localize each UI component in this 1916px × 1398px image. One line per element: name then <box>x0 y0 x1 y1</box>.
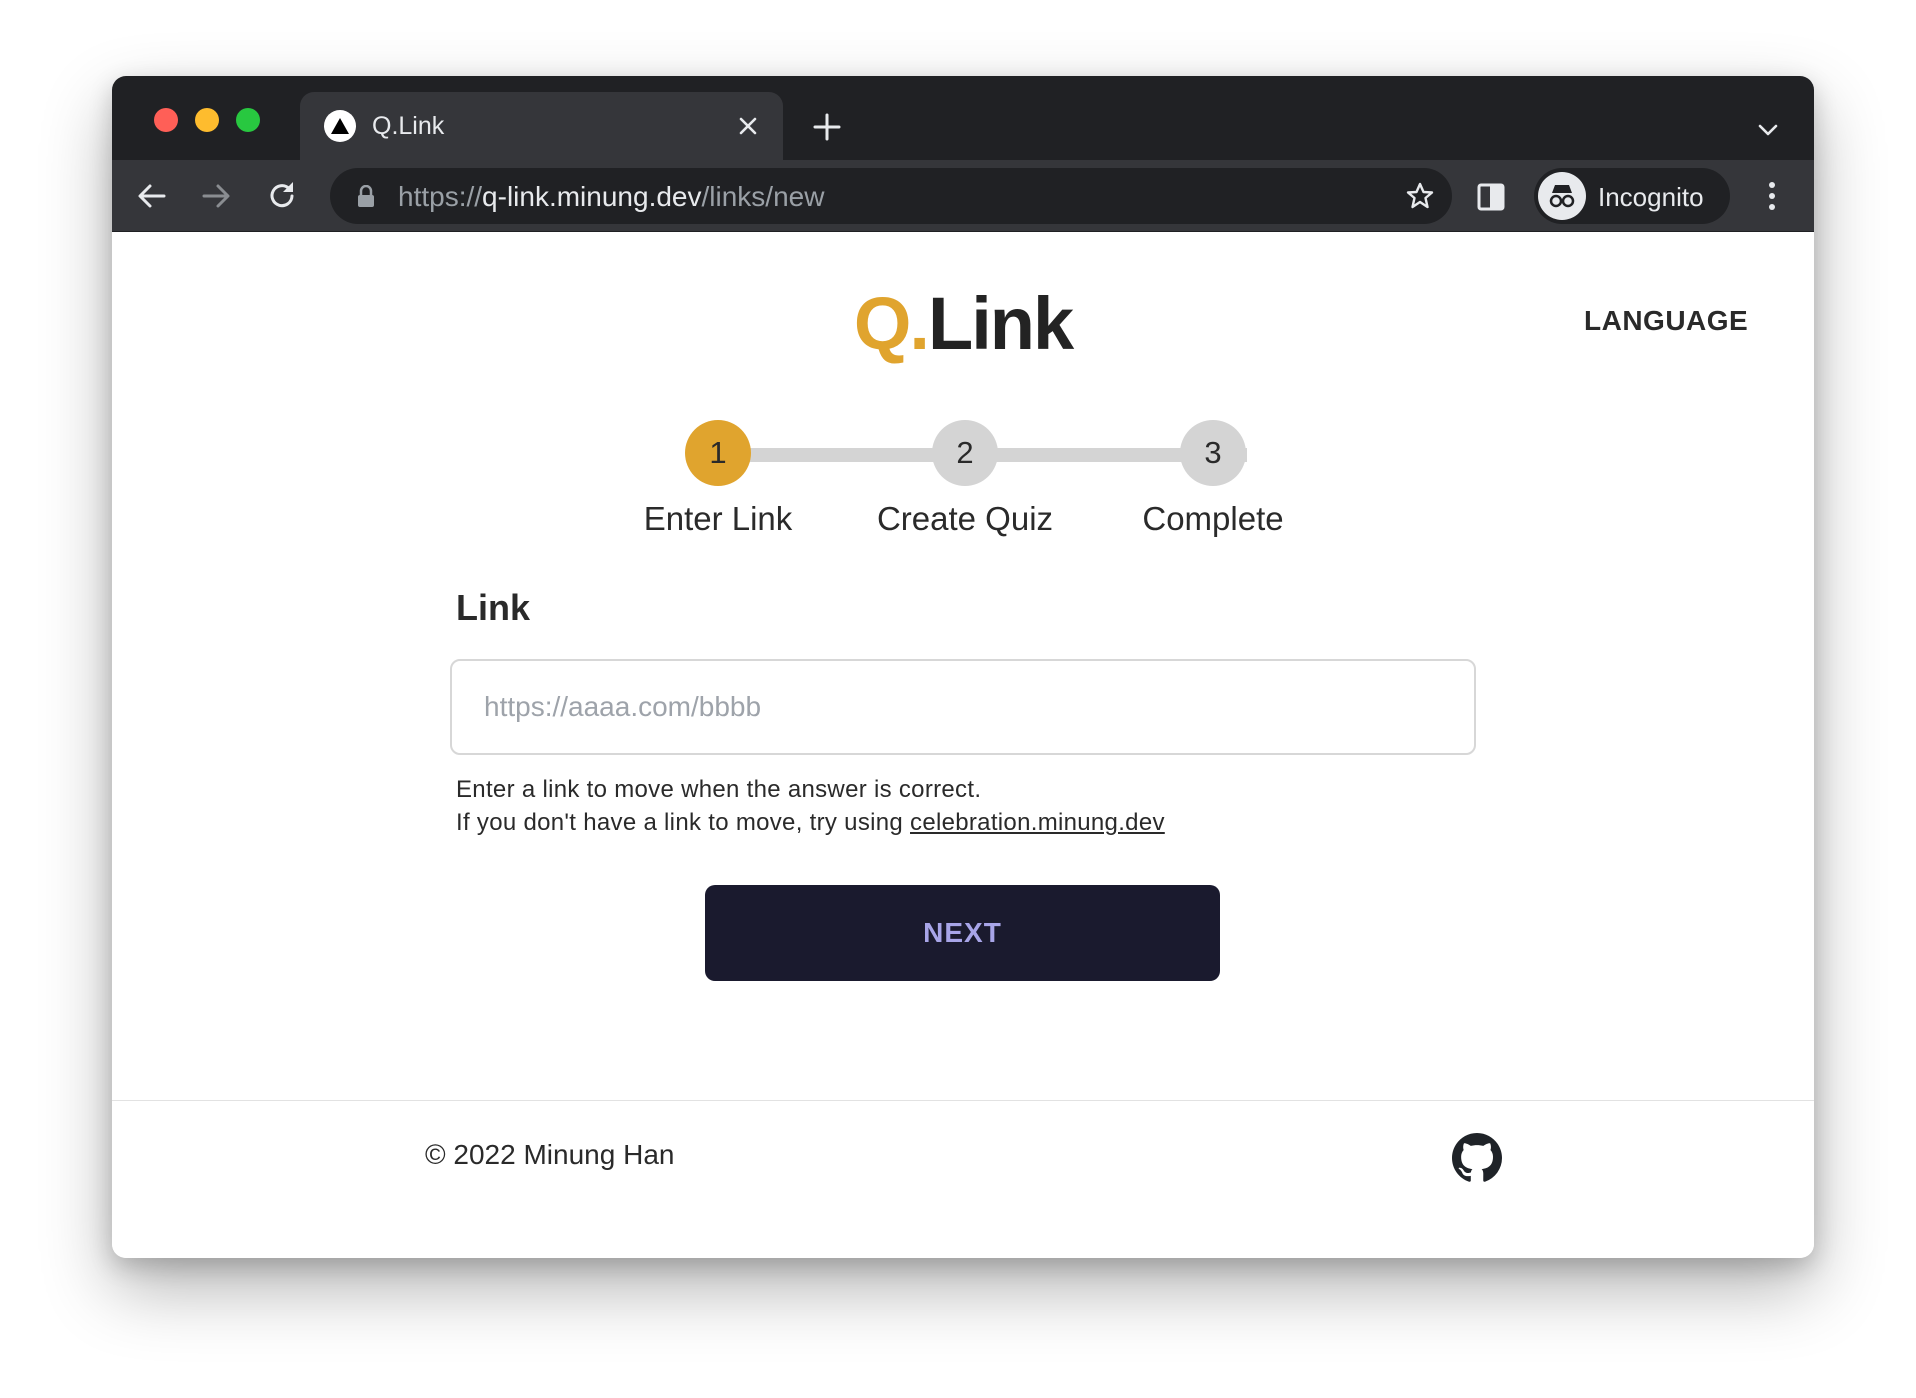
link-field-label: Link <box>456 587 531 628</box>
browser-toolbar: https://q-link.minung.dev/links/new Inco… <box>112 160 1814 232</box>
logo-accent: Q. <box>853 282 930 365</box>
maximize-window-button[interactable] <box>236 108 260 132</box>
step-1-circle: 1 <box>685 420 751 486</box>
url-text[interactable]: https://q-link.minung.dev/links/new <box>398 181 824 213</box>
next-button[interactable]: NEXT <box>705 885 1220 981</box>
helper-line-1: Enter a link to move when the answer is … <box>456 776 982 803</box>
step-2-label: Create Quiz <box>876 500 1054 537</box>
back-arrow-icon[interactable] <box>134 178 170 214</box>
celebration-link[interactable]: celebration.minung.dev <box>910 809 1165 836</box>
helper-line-2: If you don't have a link to move, try us… <box>456 806 1165 839</box>
forward-arrow-icon[interactable] <box>198 178 234 214</box>
tab-title: Q.Link <box>372 112 445 140</box>
tab-strip: Q.Link <box>112 76 1814 160</box>
helper-line-2-prefix: If you don't have a link to move, try us… <box>456 809 911 836</box>
step-3-label: Complete <box>1142 500 1284 537</box>
reload-icon[interactable] <box>264 178 300 214</box>
copyright-text: © 2022 Minung Han <box>425 1139 675 1170</box>
incognito-profile-button[interactable]: Incognito <box>1534 168 1730 224</box>
incognito-icon <box>1538 172 1586 220</box>
app-logo[interactable]: Q.Link <box>112 281 1814 366</box>
star-icon[interactable] <box>1405 181 1435 211</box>
page-content: Q.Link LANGUAGE 1 2 3 Enter Link Create … <box>112 233 1814 1258</box>
lock-icon[interactable] <box>356 184 376 207</box>
plus-icon[interactable] <box>812 112 842 142</box>
tab-qlink[interactable]: Q.Link <box>300 92 783 160</box>
close-window-button[interactable] <box>154 108 178 132</box>
footer-divider <box>112 1100 1814 1101</box>
step-2-circle: 2 <box>932 420 998 486</box>
helper-text: Enter a link to move when the answer is … <box>456 773 1165 839</box>
minimize-window-button[interactable] <box>195 108 219 132</box>
logo-main: Link <box>928 282 1074 365</box>
stepper: 1 2 3 Enter Link Create Quiz Complete <box>112 420 1814 540</box>
side-panel-icon[interactable] <box>1476 182 1506 212</box>
address-bar[interactable]: https://q-link.minung.dev/links/new <box>330 168 1452 224</box>
chevron-down-icon[interactable] <box>1756 118 1780 142</box>
incognito-label: Incognito <box>1598 182 1704 212</box>
github-icon[interactable] <box>1452 1133 1502 1183</box>
step-1-label: Enter Link <box>643 500 793 537</box>
language-button[interactable]: LANGUAGE <box>1584 305 1748 337</box>
vercel-favicon-icon <box>324 110 356 142</box>
link-input[interactable] <box>450 659 1476 755</box>
step-3-circle: 3 <box>1180 420 1246 486</box>
close-icon[interactable] <box>736 114 760 138</box>
more-vert-icon[interactable] <box>1762 178 1782 214</box>
browser-window: Q.Link https://q-link.minung.dev/links/n… <box>112 76 1814 1258</box>
